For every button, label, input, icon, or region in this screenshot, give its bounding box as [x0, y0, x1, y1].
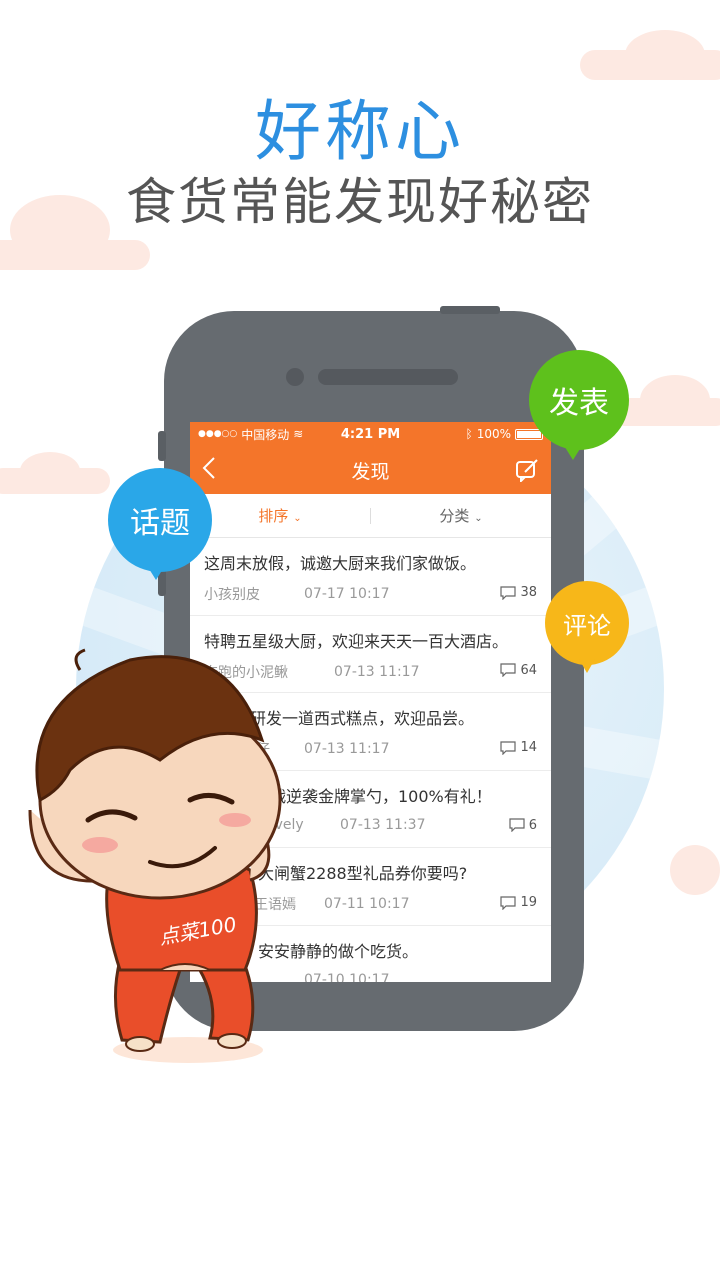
- status-time: 4:21 PM: [340, 426, 401, 442]
- comment-icon: [500, 740, 517, 755]
- headline-subtitle: 食货常能发现好秘密: [126, 173, 594, 231]
- nav-bar: 发现: [190, 446, 551, 494]
- comment-count-value: 19: [520, 895, 537, 910]
- comment-count: 6: [509, 818, 537, 833]
- post-author: 小孩别皮: [204, 587, 260, 603]
- dot-decoration: [670, 845, 720, 895]
- bubble-tail: [563, 444, 583, 460]
- status-bar: ●●●○○ 中国移动 ≋ 4:21 PM ᛒ 100%: [190, 422, 551, 446]
- comment-icon: [500, 663, 517, 677]
- nav-title: 发现: [351, 460, 390, 483]
- comment-count-value: 14: [520, 740, 537, 755]
- comment-icon: [500, 585, 517, 600]
- phone-speaker: [318, 369, 458, 385]
- comment-count-value: 64: [520, 662, 537, 678]
- bubble-tail: [146, 564, 166, 580]
- post-title: 这周末放假，诚邀大厨来我们家做饭。: [204, 554, 477, 573]
- comment-icon: [509, 818, 525, 832]
- chevron-down-icon: ⌄: [474, 513, 483, 524]
- sort-filter-label: 排序: [258, 507, 289, 525]
- mascot-character: 点菜100: [28, 648, 282, 1063]
- headline-title: 好称心: [255, 93, 465, 170]
- post-date: 07-13 11:37: [340, 816, 426, 833]
- comment-icon: [500, 895, 517, 910]
- comment-bubble: 评论: [545, 581, 629, 673]
- phone-camera: [286, 368, 304, 386]
- phone-top-button: [440, 306, 500, 314]
- compose-icon[interactable]: [515, 458, 538, 484]
- filter-bar: 排序 ⌄ 分类 ⌄: [190, 494, 551, 538]
- cloud-puff: [20, 452, 80, 490]
- comment-count: 14: [500, 740, 537, 755]
- post-date: 07-13 11:17: [334, 663, 420, 680]
- publish-bubble-label: 发表: [549, 386, 609, 421]
- comment-bubble-label: 评论: [563, 611, 611, 640]
- comment-count-value: 38: [520, 585, 537, 600]
- post-date: 07-17 10:17: [304, 586, 390, 602]
- post-date: 07-13 11:17: [304, 741, 390, 757]
- post-date: 07-11 10:17: [324, 896, 410, 912]
- post-date: 07-10 10:17: [304, 971, 390, 983]
- comment-count-value: 6: [528, 817, 537, 833]
- bubble-tail: [579, 659, 595, 673]
- topic-bubble: 话题: [108, 468, 212, 580]
- list-item[interactable]: 这周末放假，诚邀大厨来我们家做饭。 小孩别皮 07-17 10:17 38: [190, 538, 551, 616]
- cloud-puff: [640, 375, 710, 425]
- category-filter[interactable]: 分类 ⌄: [371, 505, 551, 526]
- phone-side-button: [158, 431, 166, 461]
- comment-count: 19: [500, 895, 537, 910]
- back-chevron-icon[interactable]: [202, 456, 216, 486]
- publish-bubble: 发表: [529, 350, 629, 460]
- comment-count: 64: [500, 663, 537, 678]
- comment-count: 38: [500, 585, 537, 600]
- cloud-puff: [625, 30, 705, 80]
- sort-filter[interactable]: 排序 ⌄: [190, 505, 370, 526]
- topic-bubble-label: 话题: [130, 506, 190, 541]
- category-filter-label: 分类: [439, 507, 470, 525]
- chevron-down-icon: ⌄: [293, 513, 302, 524]
